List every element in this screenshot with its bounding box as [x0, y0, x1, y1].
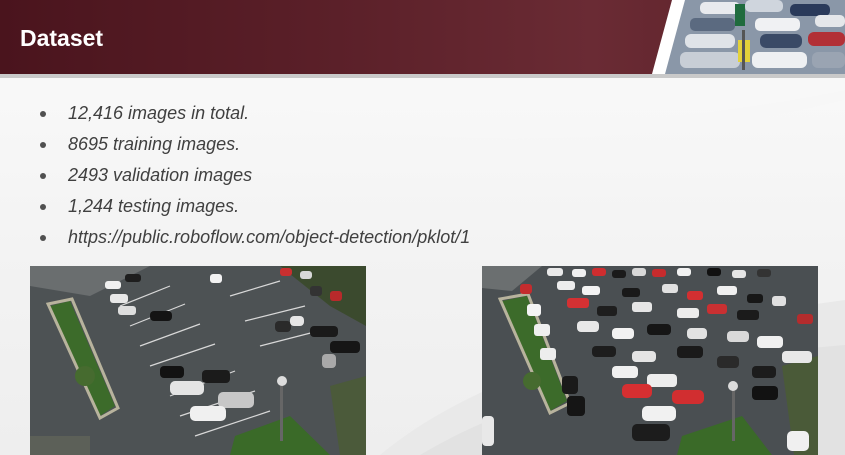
- parking-lot-photo-full: [482, 266, 818, 455]
- bullet-text: 1,244 testing images.: [68, 196, 240, 216]
- bullet-list: 12,416 images in total. 8695 training im…: [40, 98, 470, 253]
- header-divider: [0, 74, 845, 78]
- bullet-item: 12,416 images in total.: [40, 98, 470, 129]
- bullet-text: 2493 validation images: [68, 165, 253, 185]
- bullet-item: 8695 training images.: [40, 129, 470, 160]
- bullet-item: 1,244 testing images.: [40, 191, 470, 222]
- parking-lot-photo-sparse: [30, 266, 366, 455]
- bullet-dot-icon: [40, 111, 46, 117]
- bullet-dot-icon: [40, 235, 46, 241]
- slide: Dataset 12,416 images in total. 8695 tra…: [0, 0, 845, 455]
- slide-title: Dataset: [20, 25, 104, 51]
- bullet-item: https://public.roboflow.com/object-detec…: [40, 222, 470, 253]
- bullet-text: 12,416 images in total.: [68, 103, 250, 123]
- bullet-link[interactable]: https://public.roboflow.com/object-detec…: [68, 227, 470, 247]
- bullet-dot-icon: [40, 204, 46, 210]
- parking-header-photo: [652, 0, 845, 74]
- bullet-item: 2493 validation images: [40, 160, 470, 191]
- bullet-text: 8695 training images.: [68, 134, 241, 154]
- bullet-dot-icon: [40, 173, 46, 179]
- header-bar: Dataset: [0, 0, 845, 74]
- bullet-dot-icon: [40, 142, 46, 148]
